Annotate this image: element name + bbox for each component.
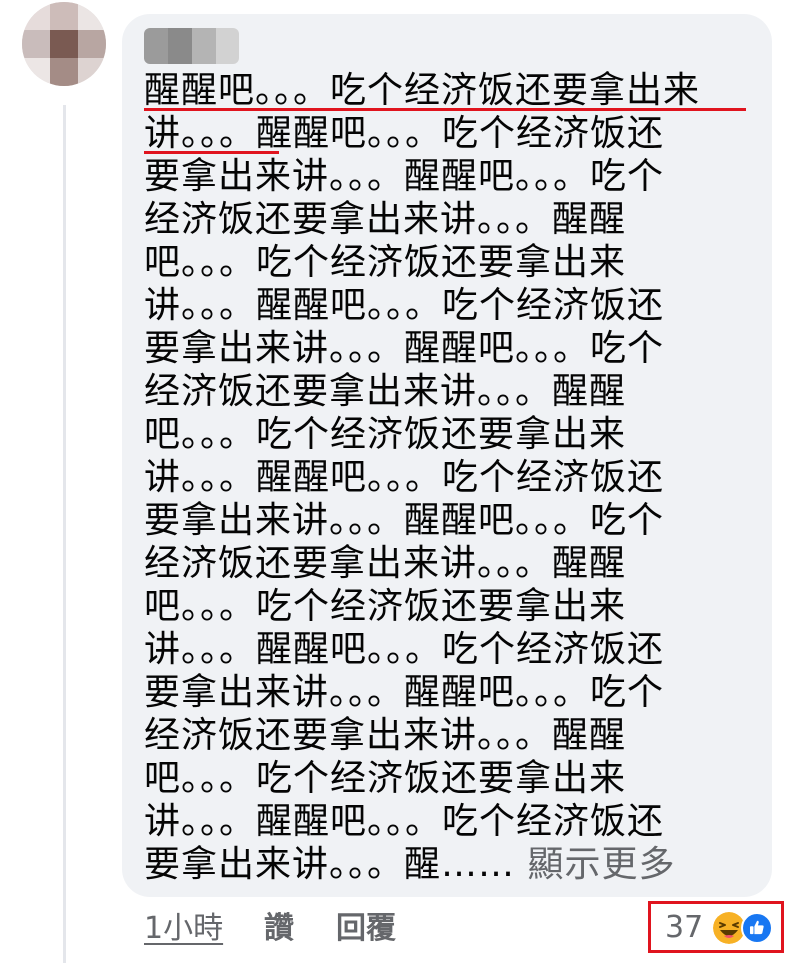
thread-line xyxy=(63,105,66,963)
comment-line: 吧。。。吃个经济饭还要拿出来 xyxy=(144,242,627,283)
comment-line: 要拿出来讲。。。醒醒吧。。。吃个 xyxy=(144,672,665,713)
comment-bubble: 醒醒吧。。。吃个经济饭还要拿出来 讲。。。醒醒吧。。。吃个经济饭还 要拿出来讲。… xyxy=(122,14,772,897)
truncated-text: 要拿出来讲。。。醒…… xyxy=(144,844,516,885)
reply-button[interactable]: 回覆 xyxy=(336,908,396,950)
comment-line: 吧。。。吃个经济饭还要拿出来 xyxy=(144,758,627,799)
comment-line: 要拿出来讲。。。醒醒吧。。。吃个 xyxy=(144,500,665,541)
comment-last-line: 要拿出来讲。。。醒…… 顯示更多 xyxy=(144,843,754,886)
comment-line: 讲。。。醒醒吧。。。吃个经济饭还 xyxy=(144,113,665,154)
annotation-underline xyxy=(144,151,279,154)
author-name-redacted[interactable] xyxy=(144,28,239,64)
see-more-link[interactable]: 顯示更多 xyxy=(527,844,675,885)
comment-line: 讲。。。醒醒吧。。。吃个经济饭还 xyxy=(144,629,665,670)
comment-line: 经济饭还要拿出来讲。。。醒醒 xyxy=(144,543,627,584)
comment-line: 吧。。。吃个经济饭还要拿出来 xyxy=(144,414,627,455)
comment-line: 醒醒吧。。。吃个经济饭还要拿出来 xyxy=(144,70,701,111)
comment-line: 讲。。。醒醒吧。。。吃个经济饭还 xyxy=(144,801,665,842)
reactions-summary[interactable]: 37 xyxy=(648,901,784,953)
like-icon xyxy=(741,912,773,944)
comment-line: 讲。。。醒醒吧。。。吃个经济饭还 xyxy=(144,457,665,498)
comment-line: 要拿出来讲。。。醒醒吧。。。吃个 xyxy=(144,328,665,369)
comment-text: 醒醒吧。。。吃个经济饭还要拿出来 讲。。。醒醒吧。。。吃个经济饭还 要拿出来讲。… xyxy=(144,69,754,886)
comment-line: 经济饭还要拿出来讲。。。醒醒 xyxy=(144,371,627,412)
comment-line: 吧。。。吃个经济饭还要拿出来 xyxy=(144,586,627,627)
like-button[interactable]: 讚 xyxy=(264,908,294,950)
reaction-count: 37 xyxy=(665,910,704,945)
comment-line: 经济饭还要拿出来讲。。。醒醒 xyxy=(144,199,627,240)
comment-line: 讲。。。醒醒吧。。。吃个经济饭还 xyxy=(144,285,665,326)
annotation-underline xyxy=(144,108,746,111)
comment-line: 要拿出来讲。。。醒醒吧。。。吃个 xyxy=(144,156,665,197)
avatar[interactable] xyxy=(22,2,106,86)
comment-line: 经济饭还要拿出来讲。。。醒醒 xyxy=(144,715,627,756)
timestamp-link[interactable]: 1小時 xyxy=(144,908,223,950)
